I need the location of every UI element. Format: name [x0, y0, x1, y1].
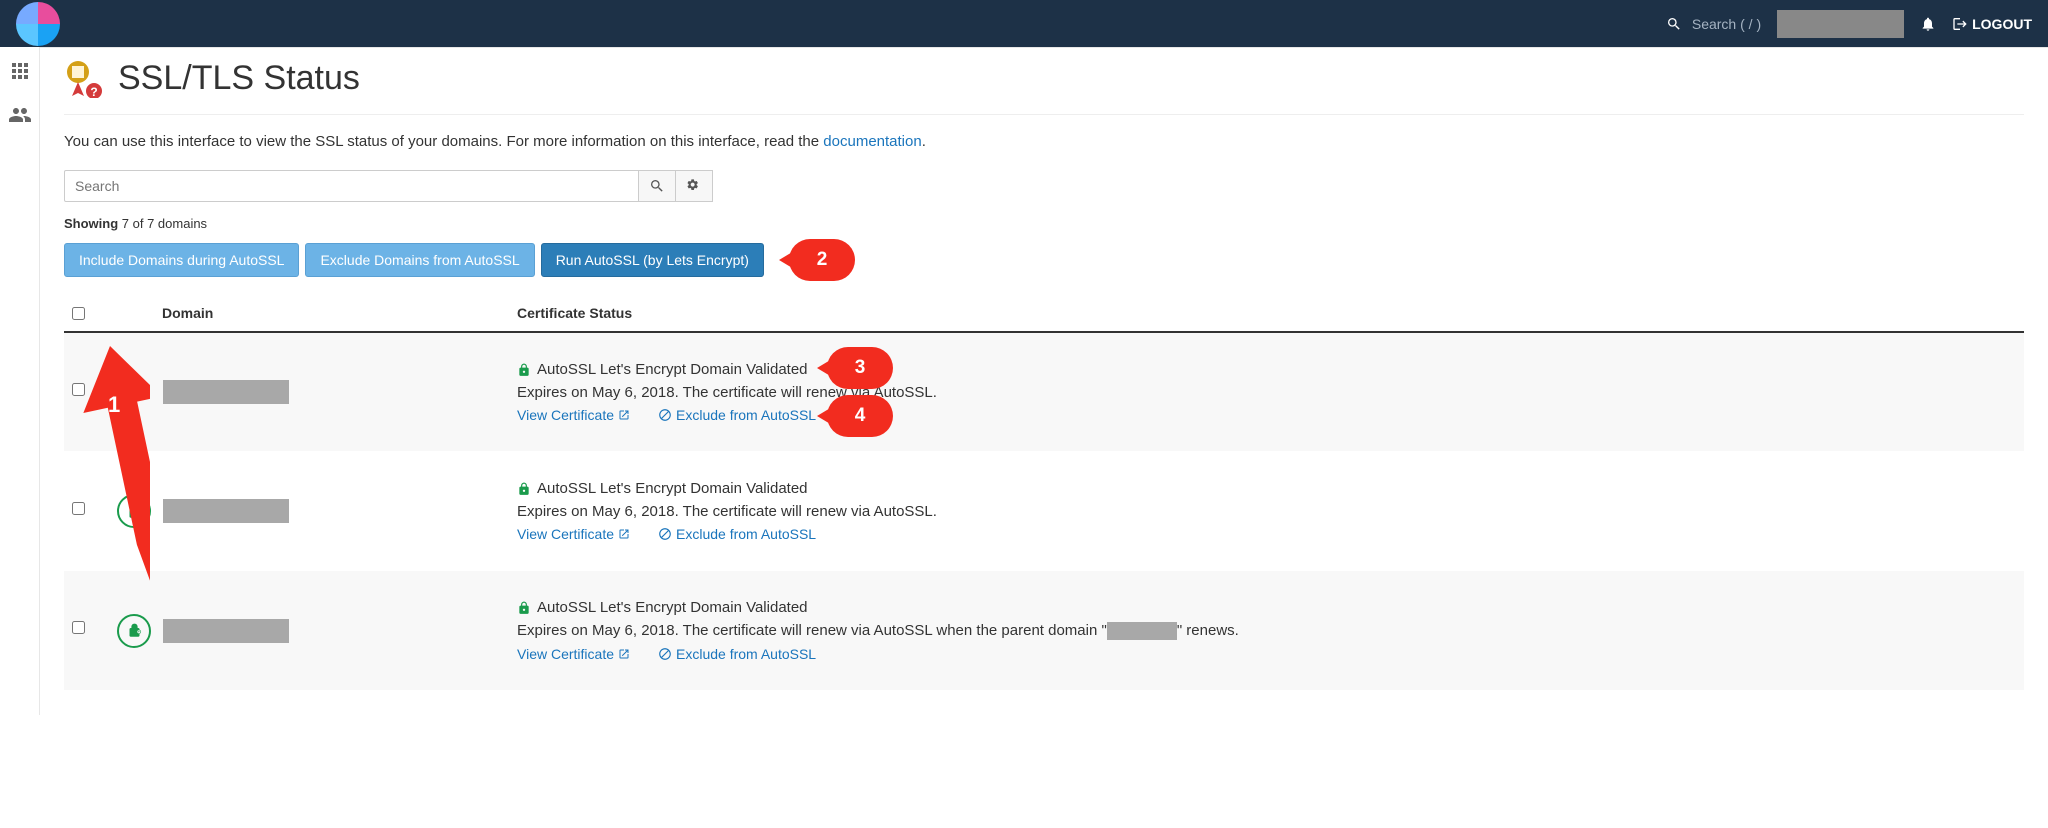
exclude-from-autossl-link[interactable]: Exclude from AutoSSL — [658, 407, 816, 423]
expires-text: Expires on May 6, 2018. The certificate … — [517, 503, 2016, 520]
search-input[interactable] — [64, 170, 639, 202]
svg-text:?: ? — [90, 85, 97, 98]
topbar: Search ( / ) LOGOUT — [0, 0, 2048, 47]
cert-status-text: AutoSSL Let's Encrypt Domain Validated — [537, 361, 808, 378]
ssl-page-icon: ? — [64, 58, 104, 98]
annotation-callout-1: 1 — [108, 392, 120, 418]
apps-icon[interactable] — [8, 59, 32, 83]
exclude-from-autossl-link[interactable]: Exclude from AutoSSL — [658, 646, 816, 662]
documentation-link[interactable]: documentation — [823, 133, 921, 150]
button-row: Include Domains during AutoSSL Exclude D… — [64, 243, 2024, 277]
page-title: SSL/TLS Status — [118, 59, 360, 98]
table-row: AutoSSL Let's Encrypt Domain Validated 3… — [64, 333, 2024, 452]
exclude-from-autossl-link[interactable]: Exclude from AutoSSL — [658, 526, 816, 542]
run-autossl-button[interactable]: Run AutoSSL (by Lets Encrypt) — [541, 243, 764, 277]
intro-text: You can use this interface to view the S… — [64, 133, 2024, 150]
header-domain: Domain — [107, 305, 517, 321]
search-button[interactable] — [639, 170, 676, 202]
main-content: ? SSL/TLS Status You can use this interf… — [40, 47, 2048, 715]
gear-icon — [686, 178, 702, 194]
annotation-arrow-1: 1 — [70, 346, 150, 669]
users-icon[interactable] — [8, 103, 32, 127]
lock-icon — [517, 601, 531, 615]
bell-icon[interactable] — [1920, 16, 1936, 32]
logout-button[interactable]: LOGOUT — [1952, 16, 2032, 32]
settings-button[interactable] — [676, 170, 713, 202]
prohibit-icon — [658, 527, 672, 541]
search-icon[interactable] — [1666, 16, 1682, 32]
cert-status-text: AutoSSL Let's Encrypt Domain Validated — [537, 480, 808, 497]
table-row: AutoSSL Let's Encrypt Domain Validated E… — [64, 452, 2024, 571]
user-menu[interactable] — [1777, 10, 1904, 38]
top-search: Search ( / ) — [1666, 16, 1761, 32]
annotation-callout-3: 3 — [827, 347, 893, 389]
top-search-label[interactable]: Search ( / ) — [1692, 16, 1761, 32]
parent-domain-placeholder — [1107, 622, 1177, 640]
sidebar — [0, 47, 40, 715]
annotation-callout-4: 4 — [827, 395, 893, 437]
external-link-icon — [618, 648, 630, 660]
expires-text: Expires on May 6, 2018. The certificate … — [517, 384, 2016, 401]
logout-label: LOGOUT — [1972, 16, 2032, 32]
prohibit-icon — [658, 408, 672, 422]
search-icon — [649, 178, 665, 194]
exclude-domains-button[interactable]: Exclude Domains from AutoSSL — [305, 243, 534, 277]
table-row: AutoSSL Let's Encrypt Domain Validated E… — [64, 571, 2024, 691]
lock-icon — [517, 482, 531, 496]
include-domains-button[interactable]: Include Domains during AutoSSL — [64, 243, 299, 277]
prohibit-icon — [658, 647, 672, 661]
select-all-checkbox[interactable] — [72, 307, 85, 320]
external-link-icon — [618, 528, 630, 540]
domain-name — [163, 380, 289, 404]
domain-name — [163, 499, 289, 523]
table-header: Domain Certificate Status — [64, 295, 2024, 333]
view-certificate-link[interactable]: View Certificate — [517, 526, 630, 542]
domain-name — [163, 619, 289, 643]
search-row — [64, 170, 2024, 202]
view-certificate-link[interactable]: View Certificate — [517, 407, 630, 423]
view-certificate-link[interactable]: View Certificate — [517, 646, 630, 662]
external-link-icon — [618, 409, 630, 421]
expires-text: Expires on May 6, 2018. The certificate … — [517, 622, 2016, 640]
annotation-callout-2: 2 — [789, 239, 855, 281]
header-status: Certificate Status — [517, 305, 2016, 321]
lock-icon — [517, 363, 531, 377]
logo — [16, 2, 60, 46]
cert-status-text: AutoSSL Let's Encrypt Domain Validated — [537, 599, 808, 616]
page-header: ? SSL/TLS Status — [64, 58, 2024, 115]
showing-count: Showing 7 of 7 domains — [64, 216, 2024, 231]
domains-table: Domain Certificate Status AutoSSL Let's … — [64, 295, 2024, 691]
logout-icon — [1952, 16, 1968, 32]
